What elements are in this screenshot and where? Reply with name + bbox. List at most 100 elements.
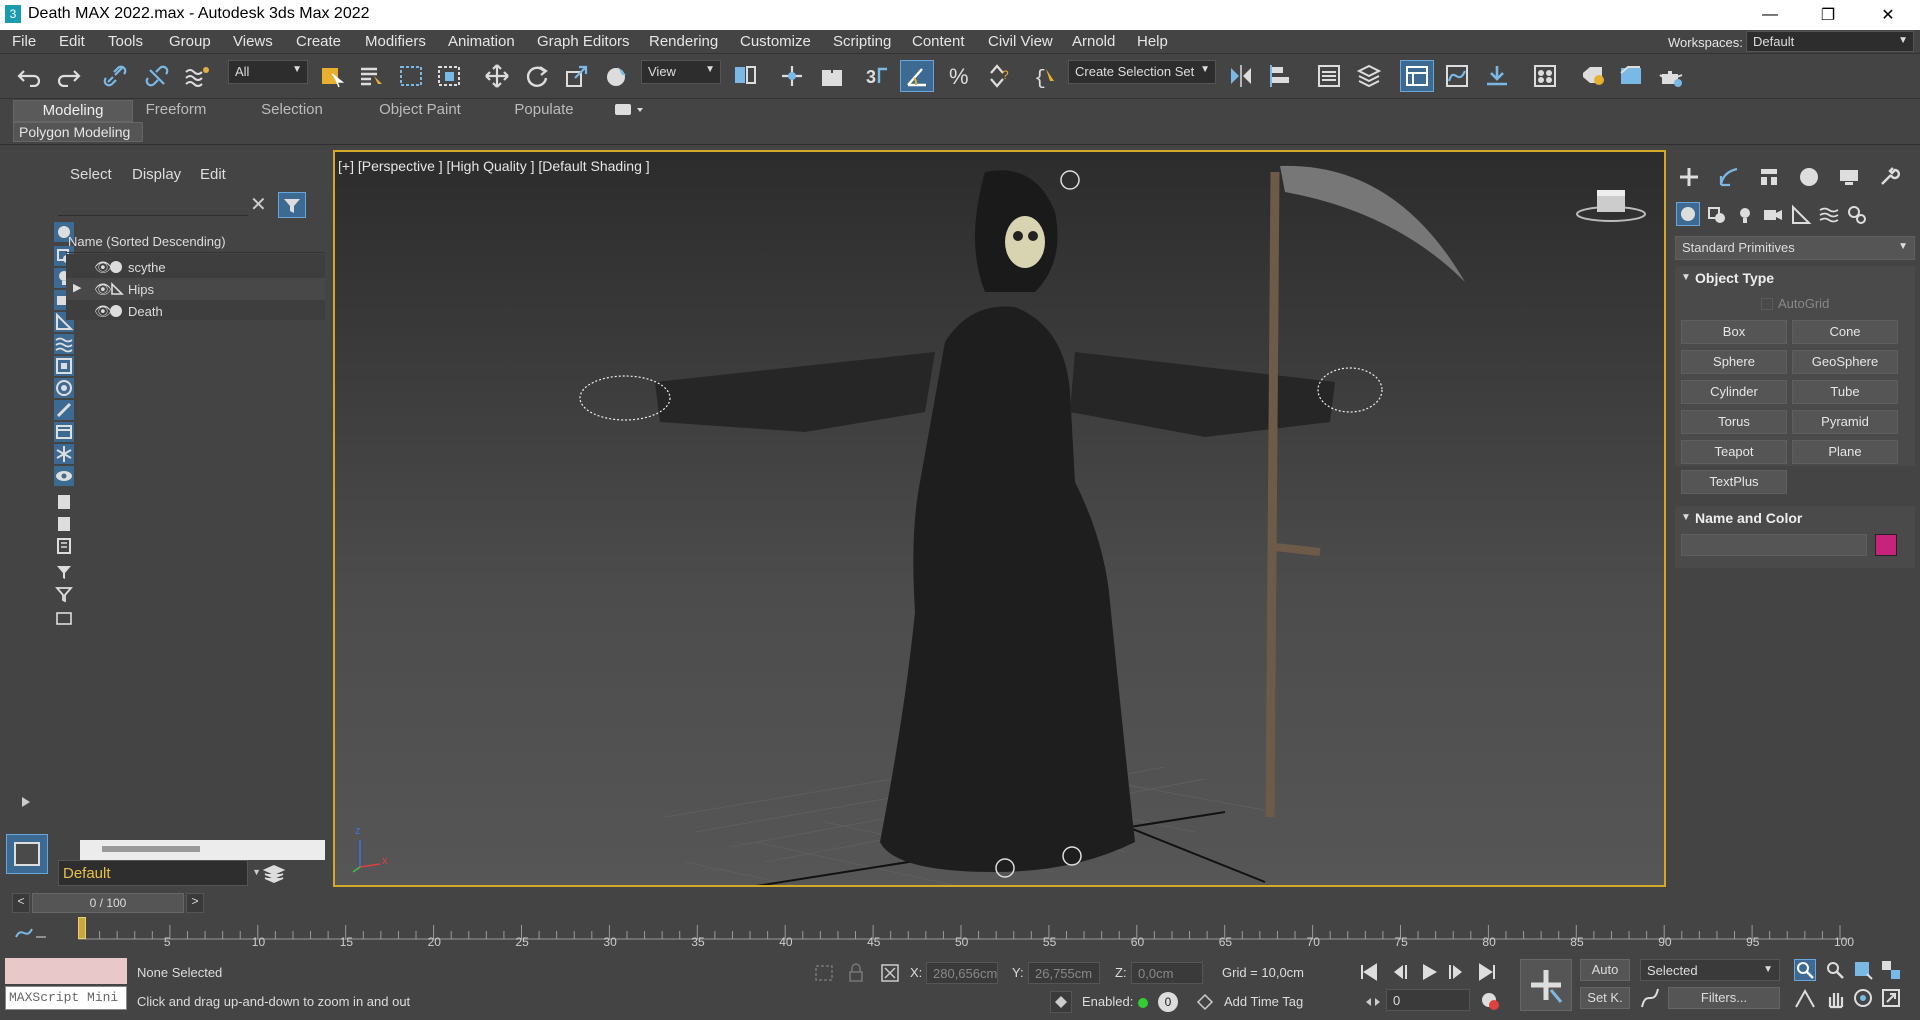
time-configuration-button[interactable] [1480, 991, 1500, 1011]
toggle-scene-explorer-button[interactable] [1312, 60, 1346, 92]
selection-filter-icon[interactable] [54, 562, 74, 582]
cone-button[interactable]: Cone [1792, 320, 1898, 344]
key-filter-selected-dropdown[interactable]: Selected ▼ [1640, 959, 1780, 981]
expand-arrow-icon[interactable] [20, 796, 30, 807]
curve-editor-button[interactable] [1440, 60, 1474, 92]
create-selection-set-dropdown[interactable]: Create Selection Set ▼ [1068, 60, 1216, 84]
menu-help[interactable]: Help [1137, 33, 1168, 50]
material-editor-button[interactable] [1528, 60, 1562, 92]
autogrid-checkbox[interactable] [1761, 298, 1773, 310]
redo-button[interactable] [52, 60, 86, 92]
minimize-button[interactable]: — [1742, 0, 1798, 30]
tab-freeform[interactable]: Freeform [136, 100, 216, 122]
selection-filter-dropdown[interactable]: All ▼ [228, 60, 308, 84]
object-name-input[interactable] [1681, 534, 1867, 556]
rectangular-selection-button[interactable] [394, 60, 428, 92]
percent-snap-button[interactable]: % [942, 60, 976, 92]
absolute-mode-icon[interactable] [880, 963, 900, 983]
menu-create[interactable]: Create [296, 33, 341, 50]
filter-button[interactable] [278, 192, 306, 218]
schematic-view-button[interactable] [1480, 60, 1514, 92]
time-slider[interactable]: 0 / 100 [32, 893, 184, 913]
tree-row-scythe[interactable]: 👁 scythe [66, 256, 325, 278]
scrollbar-thumb[interactable] [102, 846, 200, 852]
object-color-swatch[interactable] [1875, 534, 1897, 556]
rollout-collapse-icon[interactable]: ▼ [1681, 272, 1691, 283]
set-key-button[interactable]: Set K. [1580, 987, 1630, 1009]
tree-row-hips[interactable]: ▶ 👁 Hips [66, 278, 325, 300]
utilities-tab-icon[interactable] [1878, 166, 1900, 188]
polygon-modeling-panel[interactable]: Polygon Modeling [13, 122, 143, 142]
set-key-mode-button[interactable] [1520, 959, 1572, 1011]
maximize-viewport-button[interactable] [1880, 987, 1902, 1009]
workspaces-dropdown[interactable]: Default ▼ [1746, 31, 1914, 52]
motion-tab-icon[interactable] [1798, 166, 1820, 188]
display-tab-icon[interactable] [1838, 166, 1860, 188]
select-and-rotate-button[interactable] [520, 60, 554, 92]
maxscript-mini-input[interactable]: MAXScript Mini [5, 986, 127, 1010]
pivot-center-button[interactable] [728, 60, 762, 92]
perspective-viewport[interactable]: [+] [Perspective ] [High Quality ] [Defa… [333, 150, 1666, 887]
layer-stack-button[interactable] [262, 862, 286, 886]
edit-named-selection-button[interactable]: { [1028, 60, 1062, 92]
select-and-link-button[interactable] [98, 60, 132, 92]
explorer-menu-select[interactable]: Select [70, 166, 112, 183]
field-of-view-button[interactable] [1794, 987, 1816, 1009]
display-all-icon[interactable] [54, 536, 74, 556]
auto-key-button[interactable]: Auto [1580, 959, 1630, 981]
undo-button[interactable] [12, 60, 46, 92]
geosphere-button[interactable]: GeoSphere [1792, 350, 1898, 374]
create-tab-icon[interactable] [1678, 166, 1700, 188]
menu-rendering[interactable]: Rendering [649, 33, 718, 50]
rollout-title[interactable]: Object Type [1695, 270, 1774, 286]
rollout-collapse-icon[interactable]: ▼ [1681, 512, 1691, 523]
cameras-category-icon[interactable] [1762, 204, 1784, 226]
display-influences-icon[interactable] [54, 514, 74, 534]
explorer-search-input[interactable] [58, 192, 248, 216]
zoom-extents-button[interactable] [1852, 959, 1874, 981]
zoom-extents-all-button[interactable] [1880, 959, 1902, 981]
close-button[interactable]: ✕ [1860, 0, 1916, 30]
mini-curve-editor-button[interactable] [14, 923, 48, 943]
menu-file[interactable]: File [12, 33, 36, 50]
box-button[interactable]: Box [1681, 320, 1787, 344]
spinner-snap-button[interactable]: ? [982, 60, 1016, 92]
render-production-button[interactable] [1654, 60, 1688, 92]
space-warps-filter-icon[interactable] [54, 334, 74, 354]
shapes-category-icon[interactable] [1706, 204, 1728, 226]
filter-options-icon[interactable] [54, 584, 74, 604]
xrefs-filter-icon[interactable] [54, 378, 74, 398]
adaptive-degradation-button[interactable] [1050, 991, 1072, 1013]
tab-modeling[interactable]: Modeling [13, 100, 133, 122]
lights-category-icon[interactable] [1734, 204, 1756, 226]
menu-views[interactable]: Views [233, 33, 273, 50]
time-prev-button[interactable]: < [12, 893, 30, 913]
horizontal-scrollbar[interactable] [80, 840, 325, 860]
previous-frame-button[interactable] [1388, 961, 1410, 983]
geometry-category-button[interactable] [1676, 202, 1700, 226]
key-filters-button[interactable]: Filters... [1668, 987, 1780, 1009]
play-button[interactable] [1418, 961, 1440, 983]
viewcube[interactable] [1575, 184, 1647, 224]
select-by-name-button[interactable] [354, 60, 388, 92]
render-setup-button[interactable] [1576, 60, 1610, 92]
containers-filter-icon[interactable] [54, 422, 74, 442]
time-tag-icon[interactable] [1196, 993, 1214, 1011]
groups-filter-icon[interactable] [54, 356, 74, 376]
display-children-icon[interactable] [54, 492, 74, 512]
selection-lock-icon[interactable] [848, 963, 864, 983]
tab-object-paint[interactable]: Object Paint [370, 100, 470, 122]
select-and-move-button[interactable] [480, 60, 514, 92]
select-and-scale-button[interactable] [560, 60, 594, 92]
menu-scripting[interactable]: Scripting [833, 33, 891, 50]
menu-group[interactable]: Group [169, 33, 211, 50]
add-time-tag[interactable]: Add Time Tag [1224, 994, 1303, 1009]
restore-button[interactable]: ❐ [1800, 0, 1856, 30]
tube-button[interactable]: Tube [1792, 380, 1898, 404]
zoom-button[interactable] [1794, 959, 1816, 981]
enabled-count[interactable]: 0 [1158, 992, 1178, 1012]
clear-search-icon[interactable]: ✕ [250, 192, 267, 217]
layer-dropdown[interactable]: Default ▼ [58, 860, 261, 886]
hierarchy-tab-icon[interactable] [1758, 166, 1780, 188]
pyramid-button[interactable]: Pyramid [1792, 410, 1898, 434]
